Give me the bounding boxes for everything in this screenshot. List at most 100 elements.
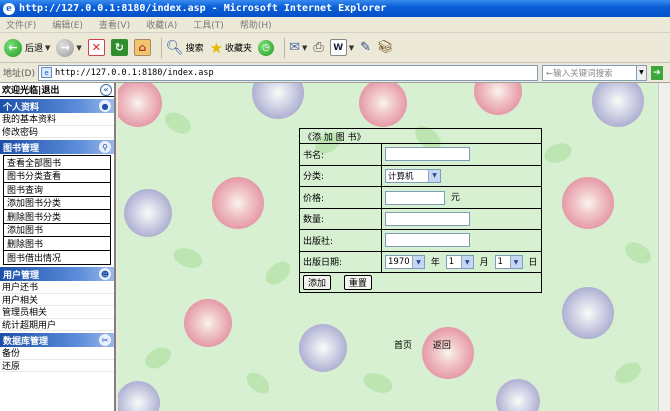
window-title-bar: e http://127.0.0.1:8180/index.asp - Micr…: [0, 0, 670, 17]
nav-backup[interactable]: 备份: [0, 347, 114, 360]
menu-favorites[interactable]: 收藏(A): [146, 18, 177, 31]
keyword-dropdown-icon[interactable]: ▼: [636, 64, 647, 81]
menu-tools[interactable]: 工具(T): [193, 18, 224, 31]
month-unit: 月: [479, 257, 489, 268]
refresh-button[interactable]: ↻: [110, 39, 128, 56]
forward-button[interactable]: → ▼: [56, 38, 82, 57]
logout-link[interactable]: 退出: [41, 86, 59, 96]
address-label: 地址(D): [3, 69, 35, 79]
messenger-button[interactable]: ✎: [360, 40, 371, 55]
search-button[interactable]: 🔍︎ 搜索: [166, 40, 204, 56]
section-header-database[interactable]: 数据库管理 ✂: [0, 333, 114, 347]
stop-button[interactable]: ✕: [87, 39, 105, 56]
mail-icon: ✉: [289, 40, 300, 55]
history-button[interactable]: ◷: [258, 39, 275, 56]
nav-delete-category[interactable]: 删除图书分类: [4, 210, 110, 224]
back-dropdown-icon[interactable]: ▼: [45, 44, 50, 52]
back-arrow-icon: ←: [4, 38, 22, 57]
quantity-label: 数量:: [299, 207, 382, 230]
left-nav-frame: 欢迎光临|退出 « 个人资料 ● 我的基本资料 修改密码 图书管理 ⚲ 查看全部…: [0, 83, 116, 411]
pubdate-label: 出版日期:: [299, 250, 382, 273]
price-unit: 元: [450, 193, 460, 203]
address-input[interactable]: e http://127.0.0.1:8180/index.asp: [37, 64, 538, 81]
address-bar: 地址(D) e http://127.0.0.1:8180/index.asp …: [0, 63, 670, 83]
nav-restore[interactable]: 还原: [0, 360, 114, 372]
nav-delete-book[interactable]: 删除图书: [4, 237, 110, 251]
nav-user-return[interactable]: 用户还书: [0, 281, 114, 294]
mail-dropdown-icon[interactable]: ▼: [302, 44, 307, 52]
chevron-down-icon: ▼: [509, 256, 522, 268]
collapse-icon[interactable]: «: [100, 83, 112, 96]
research-icon: 📚︎: [377, 40, 394, 55]
home-button[interactable]: ⌂: [133, 39, 151, 56]
section-header-books[interactable]: 图书管理 ⚲: [0, 140, 114, 154]
nav-my-profile[interactable]: 我的基本资料: [0, 113, 114, 126]
tools-icon: ✂: [99, 334, 111, 346]
reset-button[interactable]: 重置: [343, 275, 372, 290]
home-icon: ⌂: [133, 39, 151, 56]
year-unit: 年: [430, 257, 440, 268]
form-caption: 《添 加 图 书》: [299, 128, 542, 144]
vertical-scrollbar[interactable]: [658, 83, 670, 411]
users-icon: ☻: [99, 268, 111, 280]
chevron-down-icon: ▼: [428, 169, 440, 182]
keyword-search-input[interactable]: ←输入关键词搜索: [541, 64, 637, 81]
forward-arrow-icon: →: [56, 38, 75, 57]
menu-edit[interactable]: 编辑(E): [52, 18, 83, 31]
messenger-icon: ✎: [360, 40, 372, 55]
refresh-icon: ↻: [110, 39, 128, 56]
nav-view-by-category[interactable]: 图书分类查看: [4, 169, 110, 183]
day-select[interactable]: 1 ▼: [494, 255, 523, 269]
menu-bar: 文件(F) 编辑(E) 查看(V) 收藏(A) 工具(T) 帮助(H): [0, 17, 670, 33]
add-button[interactable]: 添加: [303, 275, 332, 290]
book-name-input[interactable]: [385, 147, 470, 162]
menu-help[interactable]: 帮助(H): [240, 18, 272, 31]
category-select[interactable]: 计算机 ▼: [385, 168, 441, 183]
research-button[interactable]: 📚︎: [377, 40, 394, 55]
search-icon: ⚲: [99, 141, 111, 153]
category-label: 分类:: [299, 164, 382, 187]
go-arrow-icon[interactable]: ➔: [650, 65, 663, 80]
nav-overdue-users[interactable]: 统计超期用户: [0, 319, 114, 331]
add-book-form: 《添 加 图 书》 书名: 分类: 计算机 ▼ 价格: 元 数量: 出版社: 出…: [299, 128, 542, 293]
address-url: http://127.0.0.1:8180/index.asp: [54, 67, 214, 78]
price-label: 价格:: [299, 186, 382, 209]
nav-admin-related[interactable]: 管理员相关: [0, 306, 114, 319]
quantity-input[interactable]: [385, 211, 470, 226]
back-button[interactable]: ← 后退 ▼: [4, 38, 50, 57]
publisher-input[interactable]: [385, 233, 470, 248]
price-input[interactable]: [385, 190, 445, 205]
section-header-profile[interactable]: 个人资料 ●: [0, 99, 114, 113]
nav-user-related[interactable]: 用户相关: [0, 294, 114, 306]
toolbar-divider: [160, 37, 162, 58]
favorites-button[interactable]: ★ 收藏夹: [210, 39, 252, 57]
menu-file[interactable]: 文件(F): [6, 18, 36, 31]
nav-borrow-status[interactable]: 图书借出情况: [4, 250, 110, 264]
page-icon: e: [40, 67, 52, 78]
star-icon: ★: [209, 38, 224, 57]
word-icon: W: [329, 39, 347, 56]
back-link[interactable]: 返回: [433, 341, 451, 351]
edit-dropdown-icon[interactable]: ▼: [349, 44, 354, 52]
year-select[interactable]: 1970 ▼: [385, 255, 425, 269]
forward-dropdown-icon[interactable]: ▼: [76, 44, 81, 52]
mail-button[interactable]: ✉ ▼: [289, 40, 307, 55]
nav-add-book[interactable]: 添加图书: [4, 223, 110, 237]
toolbar: ← 后退 ▼ → ▼ ✕ ↻ ⌂ 🔍︎ 搜索 ★ 收藏夹 ◷ ✉ ▼ ⎙ W ▼…: [0, 33, 670, 63]
welcome-bar: 欢迎光临|退出 «: [0, 83, 114, 97]
toolbar-divider: [284, 37, 286, 58]
nav-change-password[interactable]: 修改密码: [0, 126, 114, 138]
edit-button[interactable]: W ▼: [329, 39, 354, 56]
search-icon: 🔍︎: [165, 39, 184, 56]
print-button[interactable]: ⎙: [313, 40, 323, 55]
menu-view[interactable]: 查看(V): [99, 18, 130, 31]
printer-icon: ⎙: [313, 40, 324, 55]
month-select[interactable]: 1 ▼: [445, 255, 474, 269]
window-title: http://127.0.0.1:8180/index.asp - Micros…: [19, 3, 387, 14]
person-icon: ●: [99, 100, 111, 112]
nav-add-category[interactable]: 添加图书分类: [4, 196, 110, 210]
nav-view-all-books[interactable]: 查看全部图书: [4, 156, 110, 170]
nav-book-query[interactable]: 图书查询: [4, 183, 110, 197]
home-link[interactable]: 首页: [394, 341, 412, 351]
section-header-users[interactable]: 用户管理 ☻: [0, 267, 114, 281]
